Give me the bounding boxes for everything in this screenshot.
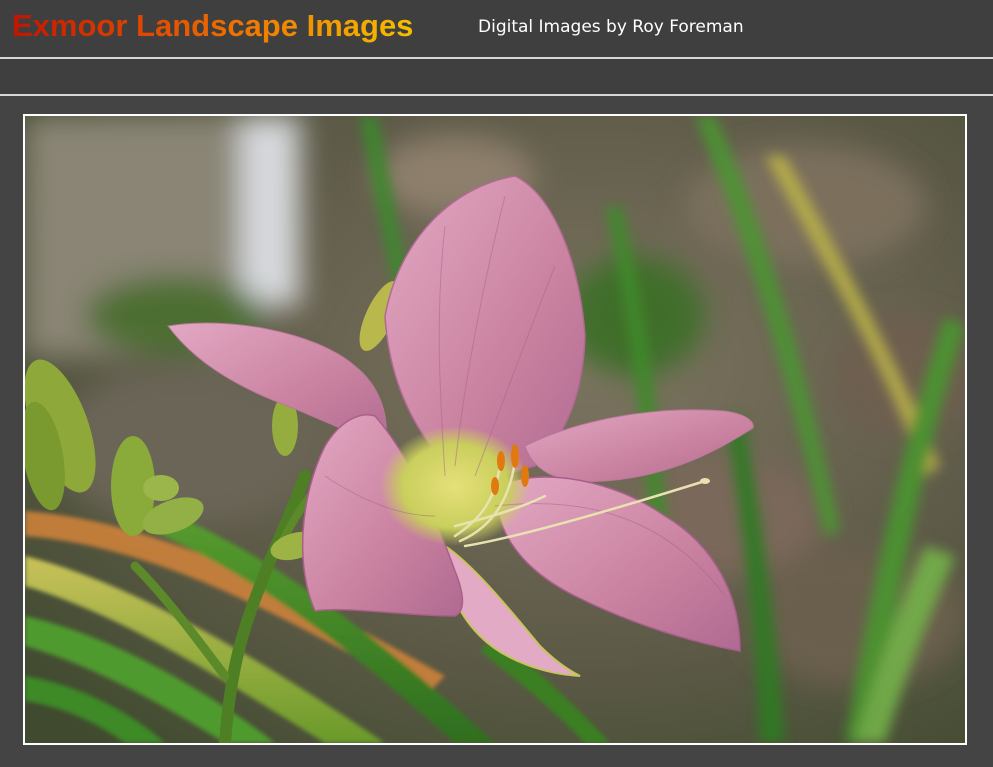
page: Exmoor Landscape Images Digital Images b… bbox=[0, 0, 993, 767]
site-title[interactable]: Exmoor Landscape Images bbox=[12, 6, 413, 46]
navigation-bar bbox=[0, 59, 993, 96]
site-header: Exmoor Landscape Images Digital Images b… bbox=[0, 0, 993, 59]
photo-frame bbox=[23, 114, 967, 745]
daylily-photo[interactable] bbox=[25, 116, 965, 743]
site-subtitle: Digital Images by Roy Foreman bbox=[478, 17, 744, 37]
